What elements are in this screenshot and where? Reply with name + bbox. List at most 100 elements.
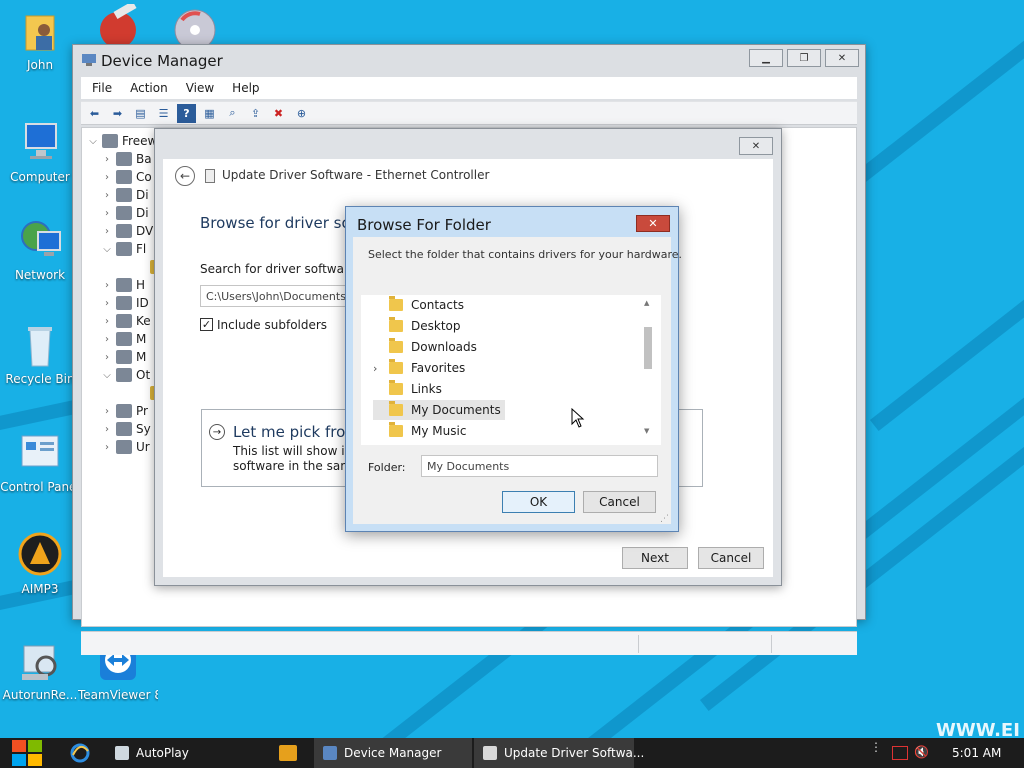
cancel-button[interactable]: Cancel (698, 547, 764, 569)
chevron-right-icon[interactable]: › (100, 334, 114, 345)
pick-option-desc-line2: software in the same (233, 459, 360, 473)
chevron-down-icon[interactable]: ⌵ (100, 370, 114, 381)
chevron-right-icon[interactable]: › (100, 442, 114, 453)
browse-for-folder-dialog[interactable]: Browse For Folder ✕ Select the folder th… (345, 206, 682, 532)
more-icon[interactable]: ⋮ (870, 741, 882, 762)
taskbar-item-autoplay[interactable]: AutoPlay (106, 738, 264, 768)
tree-item[interactable]: › Ke (100, 312, 151, 330)
chevron-right-icon[interactable]: › (100, 280, 114, 291)
tree-item[interactable]: › M (100, 348, 146, 366)
dvd-icon[interactable] (170, 6, 220, 51)
device-category-icon (116, 296, 132, 310)
tree-item[interactable]: › Di (100, 204, 149, 222)
scan-hardware-icon[interactable]: ⌕ (223, 104, 242, 123)
maximize-button[interactable]: ❐ (787, 49, 821, 67)
menu-file[interactable]: File (83, 77, 121, 99)
scrollbar-thumb[interactable] (644, 327, 652, 369)
uninstall-icon[interactable]: ✖ (269, 104, 288, 123)
folder-name-input[interactable]: My Documents (421, 455, 658, 477)
clock[interactable]: 5:01 AM (952, 746, 1001, 760)
menu-action[interactable]: Action (121, 77, 177, 99)
folder-scrollbar[interactable]: ▲ ▼ (643, 297, 653, 437)
taskbar-item-update-driver[interactable]: Update Driver Softwa... (474, 738, 644, 768)
folder-item[interactable]: Downloads (373, 337, 477, 357)
tree-item[interactable]: › Ba (100, 150, 152, 168)
tree-item-label: Pr (136, 404, 148, 418)
chevron-right-icon[interactable]: › (100, 352, 114, 363)
desktop-icon-john[interactable]: John (0, 8, 80, 72)
cancel-button[interactable]: Cancel (583, 491, 656, 513)
chevron-right-icon[interactable]: › (100, 172, 114, 183)
help-icon[interactable]: ? (177, 103, 196, 123)
chevron-right-icon[interactable]: › (100, 406, 114, 417)
folder-item[interactable]: Desktop (373, 316, 461, 336)
tree-item[interactable]: › M (100, 330, 146, 348)
enable-device-icon[interactable]: ⊕ (292, 104, 311, 123)
desktop-icon-autorun[interactable]: AutorunRe... (0, 638, 80, 702)
minimize-button[interactable]: ▁ (749, 49, 783, 67)
folder-item[interactable]: Contacts (373, 295, 464, 315)
tree-item[interactable]: › H (100, 276, 145, 294)
tree-item[interactable]: › Sy (100, 420, 151, 438)
start-button[interactable] (10, 738, 44, 768)
ok-button[interactable]: OK (502, 491, 575, 513)
resize-grip-icon[interactable]: ⋰ (660, 514, 669, 524)
taskbar-item-device-manager[interactable]: Device Manager (314, 738, 472, 768)
chevron-right-icon[interactable]: › (100, 424, 114, 435)
desktop-icon-label: Recycle Bin (5, 372, 75, 386)
folder-item[interactable]: My Music (373, 421, 466, 441)
tree-item[interactable]: › Pr (100, 402, 148, 420)
tree-item[interactable]: ⌵ Ot (100, 366, 150, 384)
desktop-icon-network[interactable]: Network (0, 218, 80, 282)
media-player-icon[interactable] (279, 745, 297, 761)
tree-item[interactable]: › ID (100, 294, 149, 312)
folder-item[interactable]: Links (373, 379, 442, 399)
tree-item[interactable]: › Di (100, 186, 149, 204)
desktop-icon-aimp3[interactable]: AIMP3 (0, 532, 80, 596)
chevron-right-icon[interactable]: › (100, 208, 114, 219)
forward-icon[interactable]: ➡ (108, 104, 127, 123)
desktop-icon-computer[interactable]: Computer (0, 120, 80, 184)
computer-icon (16, 120, 64, 168)
network-status-icon[interactable] (892, 746, 908, 760)
details-icon[interactable]: ▦ (200, 104, 219, 123)
desktop-icon-recycle-bin[interactable]: Recycle Bin (0, 322, 80, 386)
close-button[interactable]: ✕ (825, 49, 859, 67)
volume-muted-icon[interactable]: 🔇 (914, 745, 929, 759)
ccleaner-icon[interactable] (92, 1, 142, 48)
next-button[interactable]: Next (622, 547, 688, 569)
tree-item[interactable]: › Ur (100, 438, 150, 456)
scroll-up-icon[interactable]: ▲ (644, 299, 649, 307)
device-category-icon (116, 278, 132, 292)
update-driver-icon[interactable]: ⇪ (246, 104, 265, 123)
back-icon[interactable]: ⬅ (85, 104, 104, 123)
menu-view[interactable]: View (177, 77, 223, 99)
folder-item[interactable]: › Favorites (373, 358, 465, 378)
chevron-right-icon[interactable]: › (100, 226, 114, 237)
chevron-right-icon[interactable]: › (100, 316, 114, 327)
tree-item[interactable]: › Co (100, 168, 152, 186)
internet-explorer-icon[interactable] (70, 743, 90, 763)
include-subfolders-checkbox[interactable]: ✓ (200, 318, 213, 331)
tree-item[interactable]: › DV (100, 222, 153, 240)
tree-item[interactable]: ⌵ Fl (100, 240, 146, 258)
back-button[interactable]: ← (175, 166, 195, 186)
chevron-right-icon[interactable]: › (100, 298, 114, 309)
tree-root[interactable]: ⌵ Freew (86, 132, 157, 150)
chevron-right-icon[interactable]: › (373, 362, 389, 375)
close-button[interactable]: ✕ (636, 215, 670, 232)
folder-item-label: Links (411, 382, 442, 396)
close-button[interactable]: ✕ (739, 137, 773, 155)
chevron-right-icon[interactable]: › (100, 190, 114, 201)
chevron-down-icon[interactable]: ⌵ (100, 244, 114, 255)
folder-item[interactable]: My Documents (373, 400, 505, 420)
driver-path-input[interactable]: C:\Users\John\Documents (200, 285, 352, 307)
scroll-down-icon[interactable]: ▼ (644, 427, 649, 435)
device-category-icon (116, 224, 132, 238)
desktop-icon-control-panel[interactable]: Control Panel (0, 430, 80, 494)
list-icon[interactable]: ☰ (154, 104, 173, 123)
properties-view-icon[interactable]: ▤ (131, 104, 150, 123)
tree-item-label: DV (136, 224, 154, 238)
menu-help[interactable]: Help (223, 77, 268, 99)
chevron-right-icon[interactable]: › (100, 154, 114, 165)
